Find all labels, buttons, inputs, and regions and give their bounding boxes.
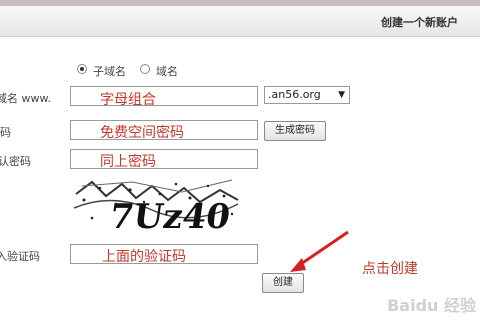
page-title: 创建一个新账户 bbox=[381, 16, 458, 29]
captcha-text: 7Uz40 bbox=[107, 197, 232, 236]
generate-password-button[interactable]: 生成密码 bbox=[264, 121, 326, 141]
radio-subdomain-label: 子域名 bbox=[93, 65, 126, 78]
click-create-annotation: 点击创建 bbox=[362, 261, 418, 277]
radio-domain-label: 域名 bbox=[156, 65, 178, 78]
radio-domain[interactable] bbox=[140, 64, 150, 74]
domain-suffix-value: .an56.org bbox=[268, 88, 321, 101]
captcha-annotation: 上面的验证码 bbox=[102, 249, 186, 265]
radio-subdomain[interactable] bbox=[77, 64, 87, 74]
confirm-password-annotation: 同上密码 bbox=[100, 154, 156, 170]
password-annotation: 免费空间密码 bbox=[100, 125, 184, 141]
watermark: Baidu 经验 bbox=[387, 296, 476, 315]
chevron-down-icon: ▼ bbox=[338, 90, 345, 100]
captcha-image: 7Uz40 bbox=[72, 174, 242, 237]
password-label: 码 bbox=[0, 126, 11, 139]
confirm-password-input[interactable] bbox=[70, 149, 258, 169]
captcha-noise: 7Uz40 bbox=[73, 179, 239, 237]
subdomain-label: 域名 www. bbox=[0, 92, 51, 105]
subdomain-input[interactable] bbox=[70, 86, 258, 106]
subdomain-annotation: 字母组合 bbox=[100, 92, 156, 108]
create-button[interactable]: 创建 bbox=[262, 273, 304, 293]
confirm-password-label: 认密码 bbox=[0, 155, 31, 168]
captcha-label: 入验证码 bbox=[0, 250, 40, 263]
domain-suffix-select[interactable]: .an56.org ▼ bbox=[264, 86, 350, 104]
page-header: 创建一个新账户 bbox=[0, 6, 480, 37]
